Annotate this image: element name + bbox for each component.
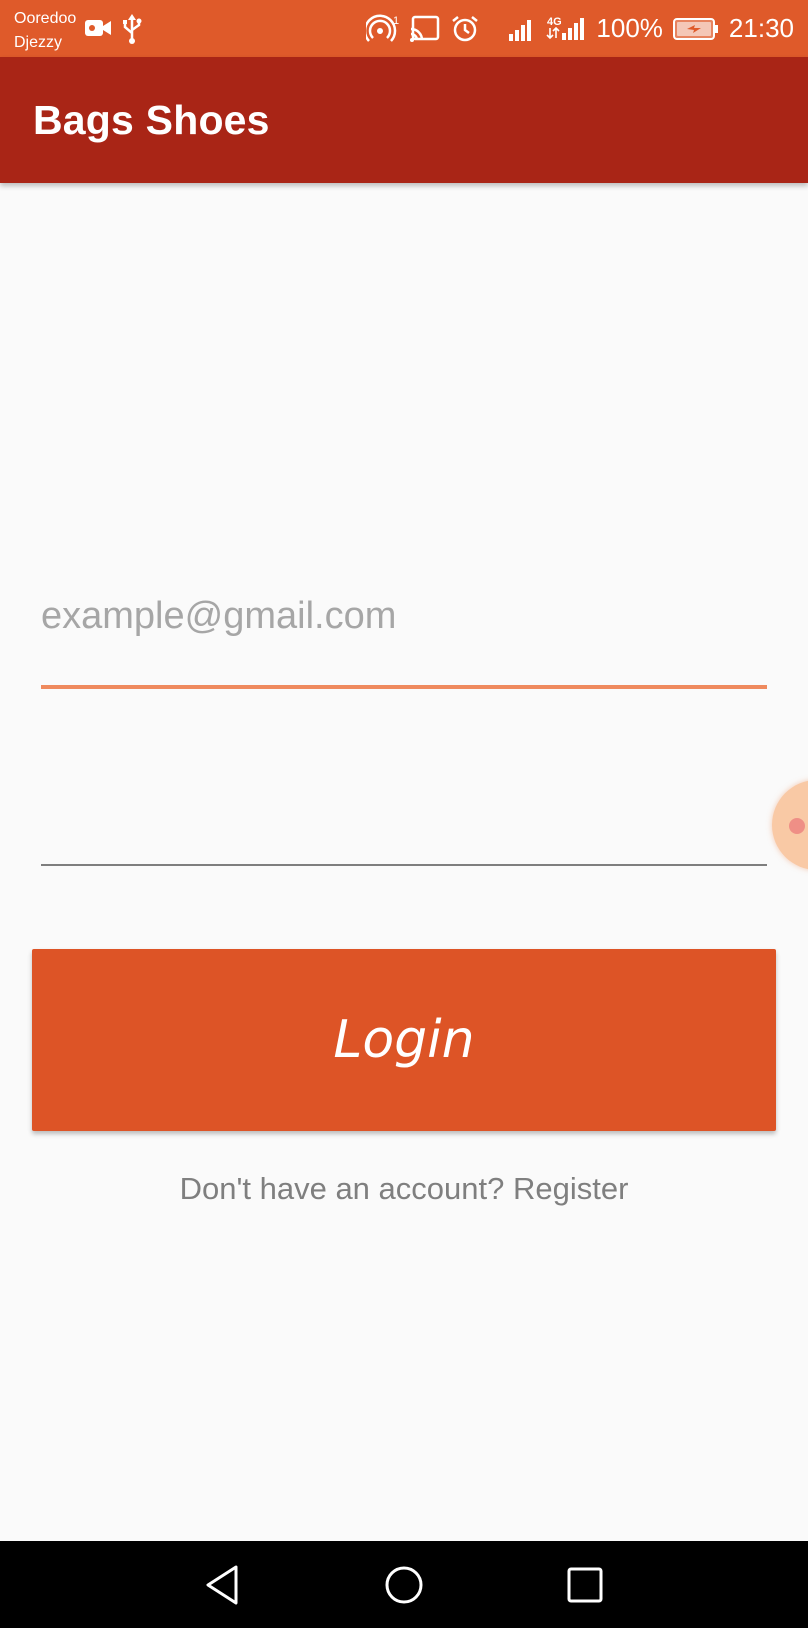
battery-charging-icon xyxy=(672,17,718,40)
app-title: Bags Shoes xyxy=(33,97,270,143)
alarm-icon xyxy=(452,15,479,41)
screen: Ooredoo Djezzy 1 4G 100% 21:30 Bags Shoe… xyxy=(0,0,808,1628)
register-link[interactable]: Don't have an account? Register xyxy=(0,1165,808,1213)
back-icon xyxy=(206,1565,238,1604)
nav-back-button[interactable] xyxy=(177,1541,267,1628)
network-type-label: 4G xyxy=(547,16,562,28)
status-icons: 1 4G 100% 21:30 xyxy=(366,0,794,57)
usb-icon xyxy=(123,14,142,44)
hotspot-icon: 1 xyxy=(366,14,400,42)
app-bar: Bags Shoes xyxy=(0,57,808,183)
password-underline xyxy=(41,864,767,866)
email-underline xyxy=(41,685,767,689)
cast-icon xyxy=(410,15,440,42)
signal-4g-icon: 4G xyxy=(546,16,585,40)
password-field-container xyxy=(41,760,767,870)
email-field-container xyxy=(41,575,767,690)
video-camera-icon xyxy=(85,20,111,36)
svg-text:1: 1 xyxy=(393,15,399,27)
nav-recents-button[interactable] xyxy=(540,1541,630,1628)
signal-icon xyxy=(509,19,532,41)
floating-assistant-bubble[interactable] xyxy=(772,780,808,870)
floating-bubble-dot xyxy=(789,818,805,834)
carrier-name-2: Djezzy xyxy=(14,34,63,51)
carrier-info: Ooredoo Djezzy xyxy=(14,7,76,55)
clock: 21:30 xyxy=(728,13,794,43)
nav-home-button[interactable] xyxy=(359,1541,449,1628)
status-bar: Ooredoo Djezzy 1 4G 100% 21:30 xyxy=(0,0,808,57)
email-input[interactable] xyxy=(41,575,767,657)
battery-percent: 100% xyxy=(596,13,663,43)
home-icon xyxy=(385,1566,423,1603)
navigation-bar xyxy=(0,1541,808,1628)
login-button[interactable]: Login xyxy=(32,949,776,1131)
password-input[interactable] xyxy=(41,760,767,842)
carrier-name-1: Ooredoo xyxy=(14,10,77,27)
recents-icon xyxy=(567,1567,603,1602)
